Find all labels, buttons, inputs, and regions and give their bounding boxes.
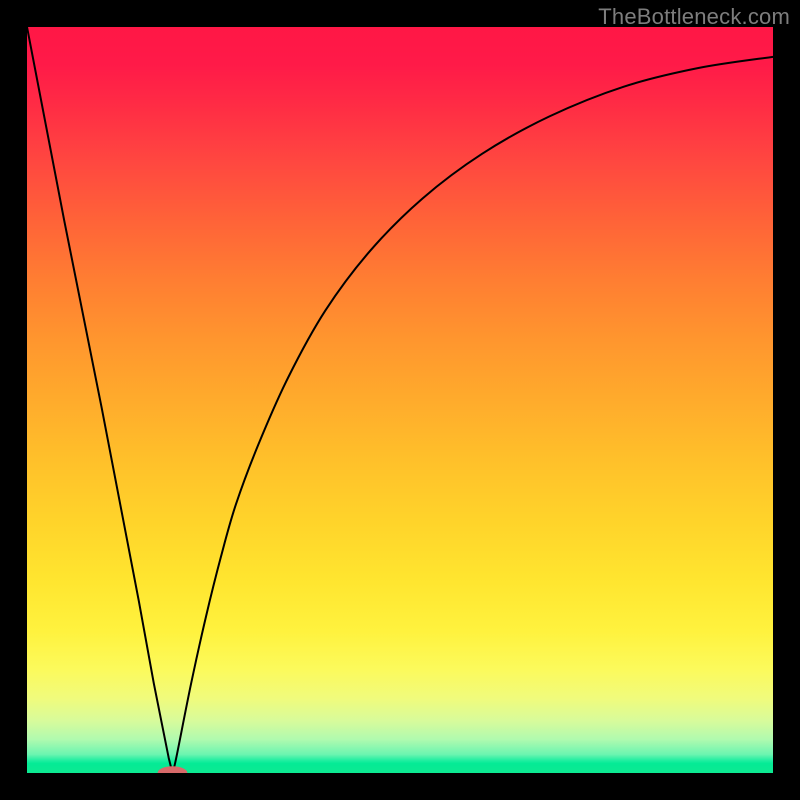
chart-frame: TheBottleneck.com (0, 0, 800, 800)
attribution-text: TheBottleneck.com (598, 4, 790, 30)
null-point-marker (158, 766, 188, 773)
bottleneck-curve-svg (27, 27, 773, 773)
plot-area (27, 27, 773, 773)
bottleneck-curve-path (27, 27, 773, 773)
